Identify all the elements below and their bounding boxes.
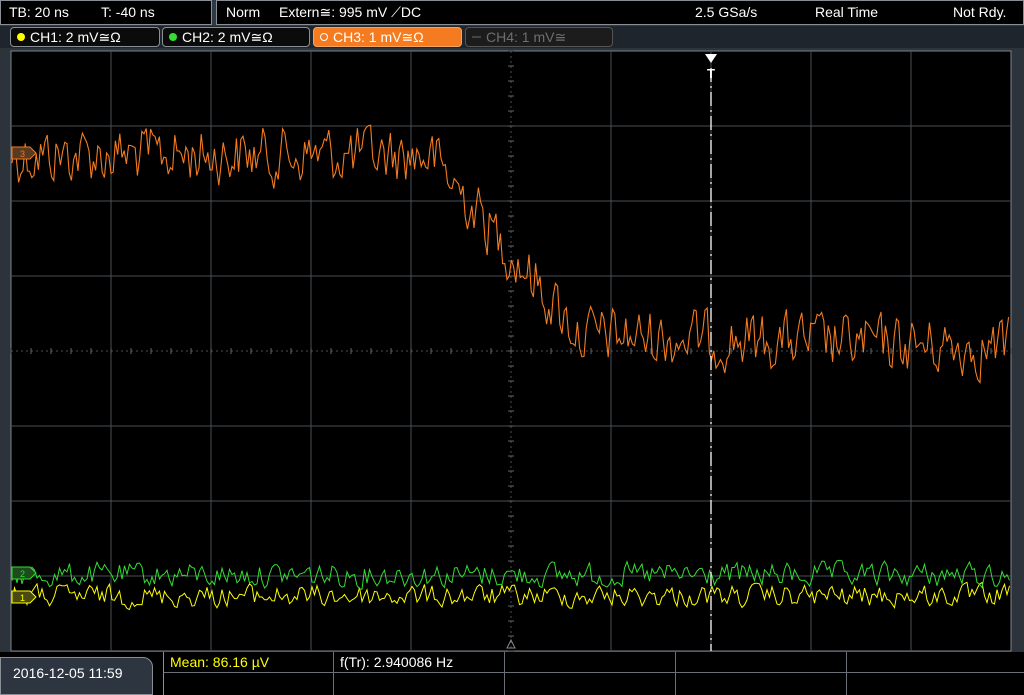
channel-bar: CH1: 2 mV≅Ω CH2: 2 mV≅Ω CH3: 1 mV≅Ω CH4:… <box>0 26 1024 48</box>
ch2-color-dot <box>169 33 177 41</box>
ch4-label: CH4: 1 mV≅ <box>486 29 567 45</box>
ch1-color-dot <box>17 33 25 41</box>
timebase-readout[interactable]: TB: 20 ns <box>9 1 69 24</box>
status-bar: TB: 20 ns T: -40 ns Norm Extern≅: 995 mV… <box>0 0 1024 26</box>
run-state[interactable]: Not Rdy. <box>953 1 1006 24</box>
waveform-plot[interactable]: T 3 2 1 <box>0 48 1024 652</box>
ch1-label: CH1: 2 mV≅Ω <box>30 29 121 45</box>
channel-tab-ch4[interactable]: CH4: 1 mV≅ <box>465 27 613 47</box>
acquisition-mode[interactable]: Real Time <box>815 1 878 24</box>
channel-tab-ch3[interactable]: CH3: 1 mV≅Ω <box>313 27 462 47</box>
measurement-slot-8[interactable] <box>505 673 676 695</box>
mean-measurement[interactable]: Mean: 86.16 µV <box>164 652 334 673</box>
measurement-slot-7[interactable] <box>334 673 505 695</box>
trigger-panel[interactable]: Norm Extern≅: 995 mV ⟋DC 2.5 GSa/s Real … <box>216 0 1024 25</box>
trigger-mode[interactable]: Norm <box>226 1 260 24</box>
ch4-off-indicator <box>472 36 481 38</box>
ch2-level-marker[interactable]: 2 <box>11 566 37 580</box>
date-time-display[interactable]: 2016-12-05 11:59 <box>0 657 153 695</box>
timebase-panel[interactable]: TB: 20 ns T: -40 ns <box>0 0 212 25</box>
trigger-source[interactable]: Extern≅: 995 mV ⟋DC <box>279 1 421 24</box>
measurement-slot-6[interactable] <box>164 673 334 695</box>
measurement-bar: 2016-12-05 11:59 Mean: 86.16 µV f(Tr): 2… <box>0 652 1024 695</box>
frequency-measurement[interactable]: f(Tr): 2.940086 Hz <box>334 652 505 673</box>
measurement-slot-3[interactable] <box>505 652 676 673</box>
measurement-slot-9[interactable] <box>676 673 847 695</box>
date-time-text: 2016-12-05 11:59 <box>13 665 123 681</box>
measurement-slot-10[interactable] <box>847 673 1024 695</box>
ch1-level-marker[interactable]: 1 <box>11 590 37 604</box>
measurement-slot-5[interactable] <box>847 652 1024 673</box>
ch2-label: CH2: 2 mV≅Ω <box>182 29 273 45</box>
channel-tab-ch1[interactable]: CH1: 2 mV≅Ω <box>10 27 160 47</box>
ch3-color-dot <box>320 33 328 41</box>
trigger-marker-label: T <box>707 66 715 81</box>
ch3-label: CH3: 1 mV≅Ω <box>333 29 424 45</box>
trigger-time-readout[interactable]: T: -40 ns <box>101 1 155 24</box>
ch3-level-marker[interactable]: 3 <box>11 146 37 160</box>
measurement-table[interactable]: Mean: 86.16 µV f(Tr): 2.940086 Hz <box>163 652 1024 695</box>
sample-rate[interactable]: 2.5 GSa/s <box>695 1 757 24</box>
ch2-level-label: 2 <box>20 569 25 579</box>
measurement-slot-4[interactable] <box>676 652 847 673</box>
ch1-level-label: 1 <box>20 593 25 603</box>
waveform-display[interactable]: T 3 2 1 <box>0 48 1024 652</box>
ch3-level-label: 3 <box>20 149 25 159</box>
channel-tab-ch2[interactable]: CH2: 2 mV≅Ω <box>162 27 310 47</box>
